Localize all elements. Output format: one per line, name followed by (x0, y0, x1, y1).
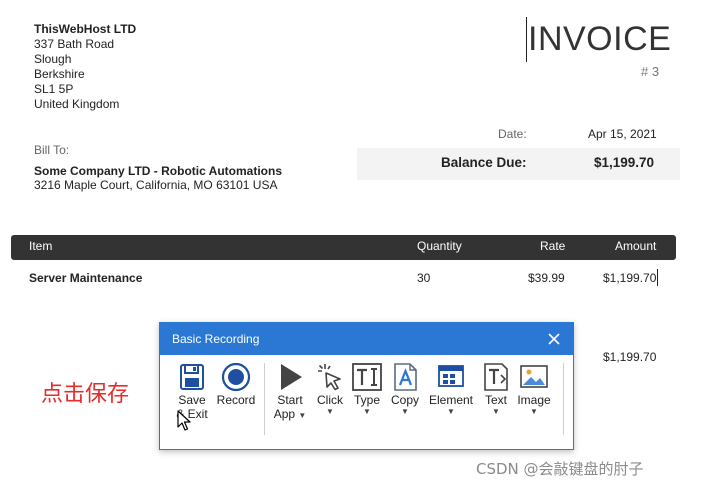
dialog-title: Basic Recording (172, 332, 260, 346)
table-cell-quantity[interactable]: 30 (417, 271, 430, 285)
type-button[interactable]: Type ▼ (350, 361, 384, 416)
record-button[interactable]: Record (216, 361, 256, 407)
basic-recording-dialog: Basic Recording Save & Exit Record Start… (159, 322, 574, 450)
record-icon (220, 361, 252, 393)
bill-to-name: Some Company LTD - Robotic Automations (34, 164, 282, 178)
company-block: ThisWebHost LTD 337 Bath Road Slough Ber… (34, 22, 136, 112)
record-label: Record (216, 393, 256, 407)
dropdown-arrow-icon: ▼ (326, 407, 334, 416)
invoice-title[interactable]: INVOICE (528, 20, 671, 59)
table-cell-amount[interactable]: $1,199.70 (603, 271, 656, 285)
image-button[interactable]: Image ▼ (516, 361, 552, 416)
column-header-rate: Rate (540, 239, 566, 253)
type-icon (351, 361, 383, 393)
company-address-line: SL1 5P (34, 82, 74, 96)
text-caret (526, 17, 527, 62)
date-label: Date: (498, 127, 527, 141)
balance-due-value: $1,199.70 (594, 155, 655, 170)
copy-icon (389, 361, 421, 393)
company-address-line: United Kingdom (34, 97, 120, 111)
bill-to-label: Bill To: (34, 143, 70, 157)
save-exit-label-line1: Save (178, 393, 206, 407)
element-button[interactable]: Element ▼ (426, 361, 476, 416)
mouse-pointer-icon (177, 410, 193, 437)
element-label: Element (428, 393, 474, 407)
dropdown-arrow-icon: ▼ (447, 407, 455, 416)
watermark-text: CSDN @会敲键盘的肘子 (476, 460, 644, 478)
column-header-amount: Amount (615, 239, 657, 253)
text-icon (480, 361, 512, 393)
bill-to-address: 3216 Maple Court, California, MO 63101 U… (34, 178, 278, 192)
invoice-number[interactable]: # 3 (641, 64, 659, 79)
save-icon (176, 361, 208, 393)
dropdown-arrow-icon: ▼ (363, 407, 371, 416)
annotation-text: 点击保存 (41, 382, 130, 407)
text-caret (657, 269, 658, 286)
type-label: Type (353, 393, 380, 407)
balance-due-label: Balance Due: (441, 155, 527, 170)
dropdown-arrow-icon: ▼ (298, 411, 307, 420)
start-app-label-line1: Start (277, 393, 303, 407)
play-icon (274, 361, 306, 393)
click-label: Click (317, 393, 343, 407)
subtotal-value: $1,199.70 (603, 350, 657, 364)
company-address-line: Slough (34, 52, 72, 66)
click-button[interactable]: Click ▼ (312, 361, 348, 416)
close-icon[interactable] (545, 330, 563, 348)
text-label: Text (484, 393, 507, 407)
dialog-toolbar: Save & Exit Record Start App ▼ Click ▼ T… (160, 355, 573, 449)
column-header-item: Item (29, 239, 53, 253)
column-header-quantity: Quantity (417, 239, 462, 253)
copy-label: Copy (390, 393, 419, 407)
dropdown-arrow-icon: ▼ (492, 407, 500, 416)
click-icon (314, 361, 346, 393)
dialog-titlebar[interactable]: Basic Recording (160, 323, 573, 355)
element-icon (435, 361, 467, 393)
table-cell-rate[interactable]: $39.99 (528, 271, 565, 285)
table-cell-item[interactable]: Server Maintenance (29, 271, 142, 285)
items-table-header (11, 235, 676, 260)
image-label: Image (517, 393, 551, 407)
company-address-line: 337 Bath Road (34, 37, 115, 51)
copy-button[interactable]: Copy ▼ (388, 361, 422, 416)
company-name: ThisWebHost LTD (34, 22, 137, 36)
start-app-label-line2: App ▼ (273, 407, 307, 421)
dropdown-arrow-icon: ▼ (401, 407, 409, 416)
toolbar-separator (264, 363, 265, 435)
date-value[interactable]: Apr 15, 2021 (588, 127, 657, 141)
start-app-button[interactable]: Start App ▼ (272, 361, 308, 421)
image-icon (518, 361, 550, 393)
dropdown-arrow-icon: ▼ (530, 407, 538, 416)
text-button[interactable]: Text ▼ (478, 361, 514, 416)
toolbar-separator (563, 363, 564, 435)
company-address-line: Berkshire (34, 67, 85, 81)
